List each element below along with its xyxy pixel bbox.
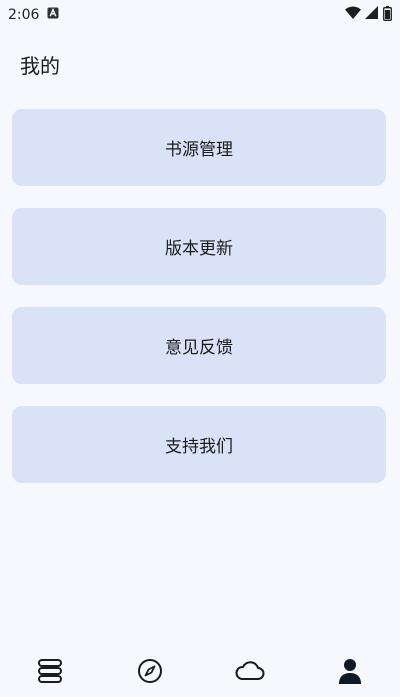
bookshelf-icon bbox=[35, 658, 65, 688]
status-right bbox=[345, 5, 392, 25]
menu-item-support-us[interactable]: 支持我们 bbox=[12, 406, 386, 483]
menu-item-feedback[interactable]: 意见反馈 bbox=[12, 307, 386, 384]
nav-item-discover[interactable] bbox=[130, 653, 170, 693]
nav-item-cloud[interactable] bbox=[230, 653, 270, 693]
nav-item-profile[interactable] bbox=[330, 653, 370, 693]
status-left: 2:06 bbox=[8, 7, 59, 23]
wifi-icon bbox=[345, 6, 361, 24]
person-icon bbox=[337, 657, 363, 689]
battery-icon bbox=[383, 5, 392, 25]
menu-item-version-update[interactable]: 版本更新 bbox=[12, 208, 386, 285]
screen: 2:06 我的 书源管理 版本更新 意见反馈 支持我们 bbox=[0, 0, 400, 697]
status-time: 2:06 bbox=[8, 7, 40, 23]
page-title: 我的 bbox=[20, 54, 60, 78]
cell-signal-icon bbox=[365, 6, 379, 24]
menu-item-source-management[interactable]: 书源管理 bbox=[12, 109, 386, 186]
menu-list: 书源管理 版本更新 意见反馈 支持我们 bbox=[12, 109, 386, 505]
bottom-nav bbox=[0, 649, 400, 697]
cloud-icon bbox=[234, 659, 266, 687]
a-box-icon bbox=[47, 7, 59, 23]
compass-icon bbox=[137, 658, 163, 688]
status-bar: 2:06 bbox=[0, 0, 400, 30]
nav-item-bookshelf[interactable] bbox=[30, 653, 70, 693]
